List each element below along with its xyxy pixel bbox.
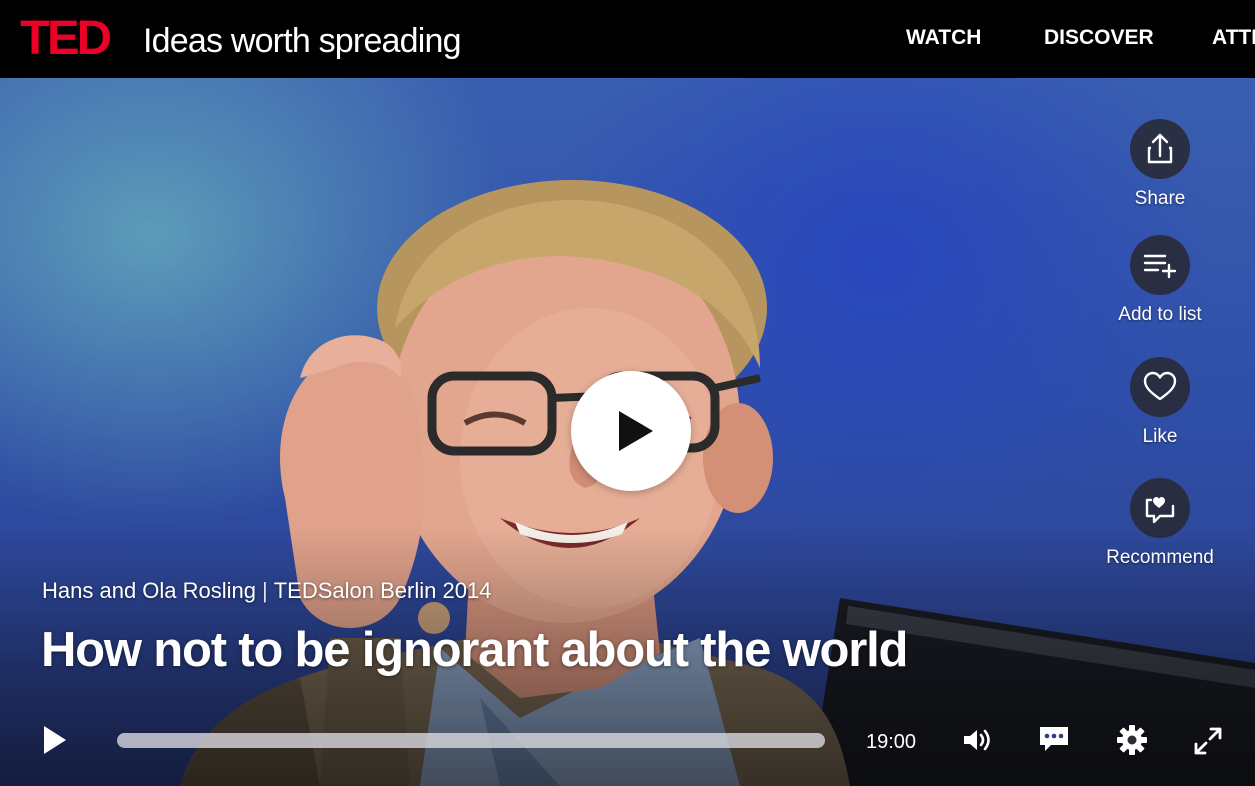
heart-icon (1143, 371, 1177, 401)
play-icon (44, 726, 66, 754)
site-header: TED Ideas worth spreading WATCH DISCOVER… (0, 0, 1255, 78)
add-to-list-icon (1143, 254, 1177, 279)
captions-icon (1040, 727, 1068, 751)
share-button[interactable]: Share (1090, 119, 1230, 210)
meta-separator: | (262, 578, 268, 603)
add-to-list-button-circle (1130, 235, 1190, 295)
video-player[interactable]: Share Add to list Like Recommend Hans an… (0, 78, 1255, 786)
duration-label: 19:00 (866, 731, 917, 753)
nav-watch[interactable]: WATCH (906, 25, 981, 51)
settings-button[interactable] (1116, 724, 1148, 756)
recommend-button-circle (1130, 478, 1190, 538)
share-icon (1147, 133, 1173, 164)
like-button[interactable]: Like (1090, 357, 1230, 448)
nav-discover[interactable]: DISCOVER (1044, 25, 1154, 51)
add-to-list-label: Add to list (1118, 304, 1202, 325)
site-tagline: Ideas worth spreading (143, 22, 462, 60)
progress-bar[interactable] (117, 733, 825, 748)
play-icon (619, 411, 653, 451)
add-to-list-button[interactable]: Add to list (1090, 235, 1230, 326)
volume-button[interactable] (961, 725, 995, 755)
recommend-button[interactable]: Recommend (1090, 478, 1230, 569)
share-label: Share (1134, 188, 1186, 209)
fullscreen-icon (1194, 727, 1222, 755)
big-play-button[interactable] (571, 371, 691, 491)
like-label: Like (1142, 426, 1178, 447)
talk-meta: Hans and Ola Rosling | TEDSalon Berlin 201… (42, 578, 491, 604)
ted-talk-page: TED Ideas worth spreading WATCH DISCOVER… (0, 0, 1255, 786)
nav-attend[interactable]: ATTEND (1212, 25, 1255, 51)
share-button-circle (1130, 119, 1190, 179)
speaker-name[interactable]: Hans and Ola Rosling (42, 578, 256, 603)
captions-button[interactable] (1038, 724, 1070, 754)
settings-gear-icon (1117, 725, 1147, 755)
fullscreen-button[interactable] (1192, 725, 1224, 757)
talk-title: How not to be ignorant about the world (41, 623, 908, 677)
recommend-icon (1145, 497, 1175, 524)
ted-logo[interactable]: TED (20, 14, 112, 64)
volume-icon (964, 729, 990, 751)
event-name[interactable]: TEDSalon Berlin 2014 (274, 578, 492, 603)
like-button-circle (1130, 357, 1190, 417)
recommend-label: Recommend (1106, 547, 1214, 568)
play-button[interactable] (40, 723, 70, 757)
